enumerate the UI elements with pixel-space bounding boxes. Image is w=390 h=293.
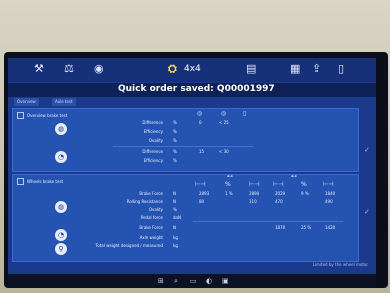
check-icon: ✓ <box>364 146 370 154</box>
tab-axle-test[interactable]: Axle test <box>52 98 76 106</box>
row-value: < 25 <box>219 120 229 125</box>
overview-panel: Overview brake test ◎ ◎ ▯ ◍ ◔ Difference… <box>12 108 359 172</box>
right-wheel-icon: ⊢⊣ <box>323 181 334 188</box>
page-title: Quick order saved: Q00001997 <box>118 84 275 94</box>
row-label: Total weight designed / measured <box>95 243 163 248</box>
tab-overview[interactable]: Overview <box>14 98 39 106</box>
cell-value: 470 <box>275 199 283 204</box>
gauge-wheel-icon: ◔ <box>55 229 67 241</box>
tablet-icon: ▯ <box>243 110 247 117</box>
cell-value: 1870 <box>275 225 286 230</box>
row-label: Pedal force <box>140 215 163 220</box>
axle-front-icon: ⊷ <box>227 173 233 180</box>
row-value: < 30 <box>219 149 229 154</box>
row-label: Rolling Resistance <box>126 199 163 204</box>
left-wheel-icon: ⊢⊣ <box>195 181 206 188</box>
title-bar: Quick order saved: Q00001997 <box>8 83 376 97</box>
row-value: 15 <box>199 149 205 154</box>
dial-icon[interactable]: ◉ <box>94 62 104 76</box>
row-label: Brake Force <box>139 225 163 230</box>
search-icon[interactable]: ⌕ <box>174 277 178 286</box>
cell-value: 490 <box>325 199 333 204</box>
cell-value: 80 <box>199 199 205 204</box>
wheels-checkbox[interactable] <box>17 178 24 185</box>
row-unit: kg <box>173 243 178 248</box>
row-unit: % <box>173 129 177 134</box>
toolbar: ⚒ ⚖ ◉ ⛭ 4x4 ▤ ▦ ⇪ ▯ <box>8 58 376 82</box>
wheels-label: Wheels brake test <box>27 179 64 184</box>
tab-strip: Overview Axle test <box>8 98 376 106</box>
cell-value: 1 % <box>225 191 233 196</box>
row-label: Difference <box>142 120 163 125</box>
export-icon[interactable]: ⇪ <box>312 62 321 76</box>
row-unit: % <box>173 158 177 163</box>
device-icon[interactable]: ▯ <box>338 62 344 76</box>
report-icon[interactable]: ▦ <box>290 62 300 76</box>
tool-icon[interactable]: ⚒ <box>34 62 44 76</box>
row-label: Efficiency <box>143 129 163 134</box>
wheels-panel: Wheels brake test ⊷ ⊷ ⊢⊣ % ⊢⊣ ⊢⊣ % ⊢⊣ ◍ … <box>12 173 359 262</box>
left-wheel-icon: ⊢⊣ <box>273 181 284 188</box>
cell-value: 2893 <box>199 191 210 196</box>
row-unit: % <box>173 138 177 143</box>
row-label: Ovality <box>148 207 163 212</box>
row-value: 0 <box>199 120 202 125</box>
row-label: Brake Force <box>139 191 163 196</box>
browser-icon[interactable]: ◐ <box>206 277 212 285</box>
vehicle-icon[interactable]: ⛭ <box>168 62 177 76</box>
gauge-wheel-icon: ◔ <box>55 151 67 163</box>
row-label: Axle weight <box>139 235 163 240</box>
cell-value: 9 % <box>301 191 309 196</box>
cell-value: 2029 <box>275 191 286 196</box>
brake-wheel-icon: ◍ <box>55 123 67 135</box>
cell-value: 1420 <box>325 225 336 230</box>
row-unit: % <box>173 207 177 212</box>
check-icon: ✓ <box>364 208 370 216</box>
row-label: Ovality <box>148 138 163 143</box>
row-unit: N <box>173 225 176 230</box>
right-wheel-icon: ⊢⊣ <box>249 181 260 188</box>
row-label: Efficiency <box>143 158 163 163</box>
row-unit: daN <box>173 215 181 220</box>
percent-icon: % <box>301 181 307 188</box>
footer-note: Limited by the wheel motor <box>312 262 368 267</box>
row-unit: kg <box>173 235 178 240</box>
percent-icon: % <box>225 181 231 188</box>
divider <box>193 221 343 222</box>
app-icon[interactable]: ▣ <box>222 277 229 285</box>
wheel-left-icon: ◎ <box>197 110 203 117</box>
row-unit: % <box>173 120 177 125</box>
divider <box>113 146 253 147</box>
pedal-icon: ⚲ <box>55 243 67 255</box>
cell-value: 1840 <box>325 191 336 196</box>
app-screen: ⚒ ⚖ ◉ ⛭ 4x4 ▤ ▦ ⇪ ▯ Quick order saved: Q… <box>8 58 376 274</box>
cell-value: 110 <box>249 199 257 204</box>
cell-value: 2890 <box>249 191 260 196</box>
start-icon[interactable]: ⊞ <box>158 277 164 285</box>
badge-4x4: 4x4 <box>184 64 201 74</box>
cell-value: 25 % <box>301 225 312 230</box>
row-unit: N <box>173 199 176 204</box>
printer-icon[interactable]: ▤ <box>246 62 256 76</box>
brake-wheel-icon: ◍ <box>55 201 67 213</box>
row-label: Difference <box>142 149 163 154</box>
row-unit: N <box>173 191 176 196</box>
wheel-right-icon: ◎ <box>221 110 227 117</box>
overview-label: Overview brake test <box>27 113 68 118</box>
taskbar: ⊞ ⌕ ▭ ◐ ▣ <box>8 274 376 288</box>
folder-icon[interactable]: ▭ <box>190 277 197 285</box>
axle-rear-icon: ⊷ <box>291 173 297 180</box>
overview-checkbox[interactable] <box>17 112 24 119</box>
scale-icon[interactable]: ⚖ <box>64 62 74 76</box>
row-unit: % <box>173 149 177 154</box>
